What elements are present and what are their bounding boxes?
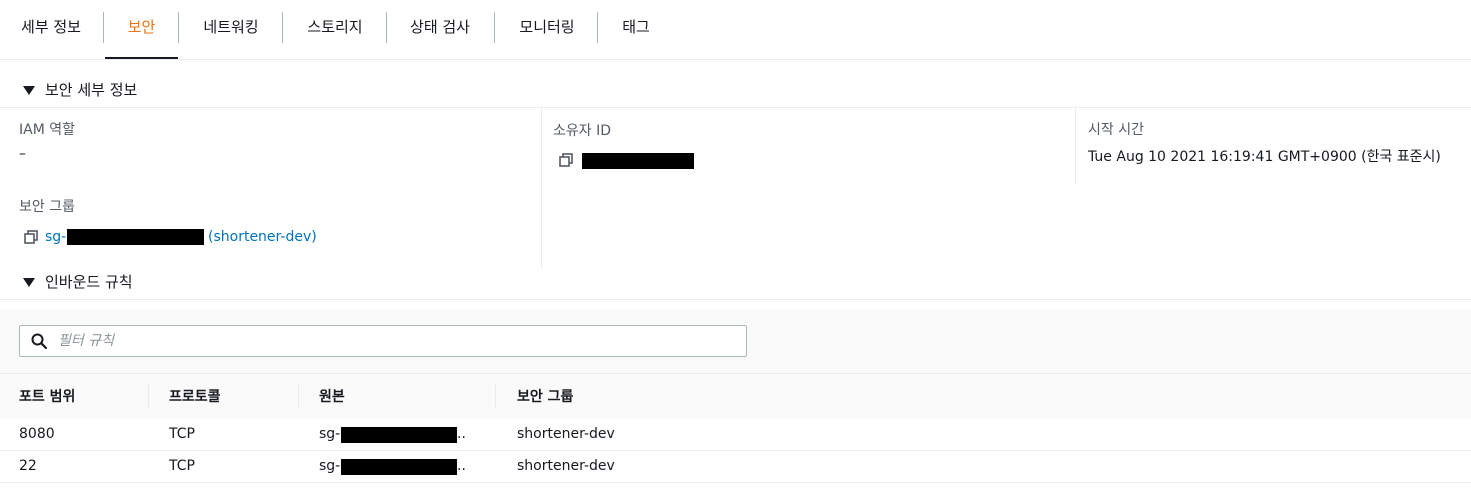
table-row[interactable]: 22 TCP sg- .. shortener-dev [0,451,1471,483]
iam-role-value: – [19,146,26,162]
source-cell: sg- [319,458,341,474]
security-group-id-redacted [67,229,204,245]
tab-divider [597,12,598,43]
table-header: 포트 범위 프로토콜 원본 보안 그룹 [0,373,1471,420]
owner-id-redacted [582,153,694,169]
tab-divider [178,12,179,43]
security-group-cell: shortener-dev [517,426,615,442]
source-id-redacted [341,427,457,443]
inbound-rules-title: 인바운드 규칙 [45,273,133,291]
column-header-source[interactable]: 원본 [319,386,345,406]
inbound-rules-header[interactable]: 인바운드 규칙 [0,265,1471,300]
table-row[interactable]: 8080 TCP sg- .. shortener-dev [0,419,1471,451]
security-group-name-link[interactable]: (shortener-dev) [208,229,317,245]
security-group-prefix: sg- [45,229,67,245]
caret-down-icon [23,278,35,287]
protocol-cell: TCP [169,458,195,474]
source-cell-ellipsis: .. [457,458,466,474]
caret-down-icon [23,86,35,95]
tab-divider [386,12,387,43]
owner-id-label: 소유자 ID [553,123,611,139]
column-divider[interactable] [298,384,299,408]
launch-time-label: 시작 시간 [1088,122,1144,138]
security-details-title: 보안 세부 정보 [45,81,138,99]
tab-bar: 세부 정보 보안 네트워킹 스토리지 상태 검사 모니터링 태그 [0,0,1471,60]
tab-security[interactable]: 보안 [105,0,178,59]
security-group-label: 보안 그룹 [19,199,75,215]
tab-tags[interactable]: 태그 [619,0,653,58]
source-cell: sg- [319,426,341,442]
tab-divider [103,12,104,43]
iam-role-label: IAM 역할 [19,122,75,138]
tab-divider [282,12,283,43]
search-icon [31,333,47,349]
copy-icon[interactable] [24,230,38,244]
protocol-cell: TCP [169,426,195,442]
source-id-redacted [341,459,457,475]
source-cell-ellipsis: .. [457,426,466,442]
column-divider [1075,108,1076,185]
tab-monitoring[interactable]: 모니터링 [516,0,578,58]
port-range-cell: 22 [19,458,37,474]
port-range-cell: 8080 [19,426,55,442]
column-header-port-range[interactable]: 포트 범위 [19,386,75,406]
tab-storage[interactable]: 스토리지 [304,0,366,58]
security-details-header[interactable]: 보안 세부 정보 [0,73,1471,108]
security-group-cell: shortener-dev [517,458,615,474]
column-divider [541,108,542,268]
filter-rules-input[interactable] [56,330,740,352]
column-header-protocol[interactable]: 프로토콜 [169,386,221,406]
tab-status-checks[interactable]: 상태 검사 [407,0,473,58]
copy-icon[interactable] [559,153,573,167]
filter-box [19,325,747,357]
tab-networking[interactable]: 네트워킹 [200,0,262,58]
tab-divider [494,12,495,43]
launch-time-value: Tue Aug 10 2021 16:19:41 GMT+0900 (한국 표준… [1088,149,1441,165]
column-header-security-group[interactable]: 보안 그룹 [517,386,573,406]
column-divider[interactable] [148,384,149,408]
security-group-link[interactable]: sg- [45,229,66,245]
tab-details[interactable]: 세부 정보 [19,0,83,58]
column-divider[interactable] [495,384,496,408]
